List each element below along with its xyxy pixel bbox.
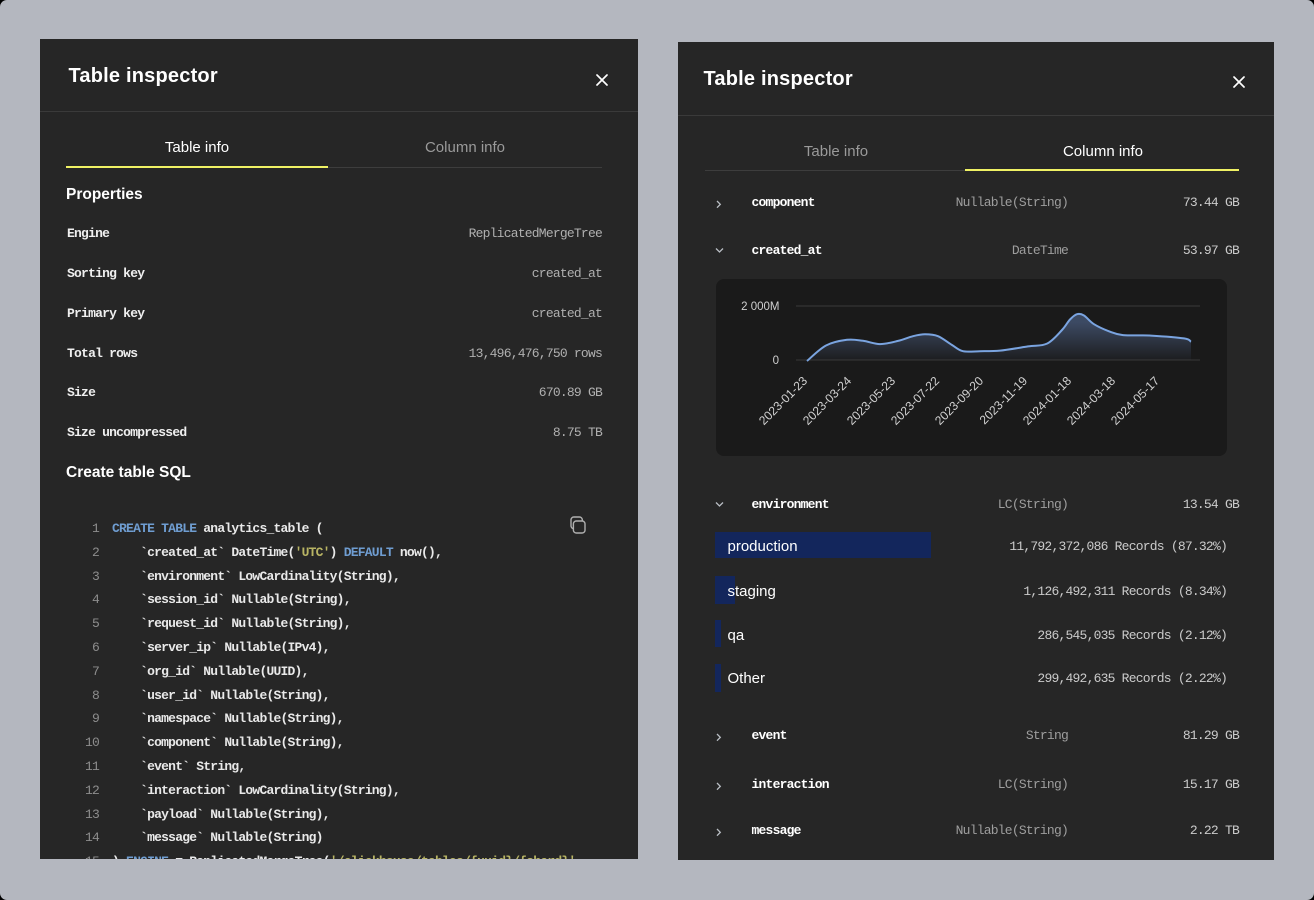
svg-text:2024-05-17: 2024-05-17 [1108, 374, 1162, 428]
svg-text:0: 0 [773, 355, 779, 367]
svg-text:2 000M: 2 000M [741, 301, 779, 313]
